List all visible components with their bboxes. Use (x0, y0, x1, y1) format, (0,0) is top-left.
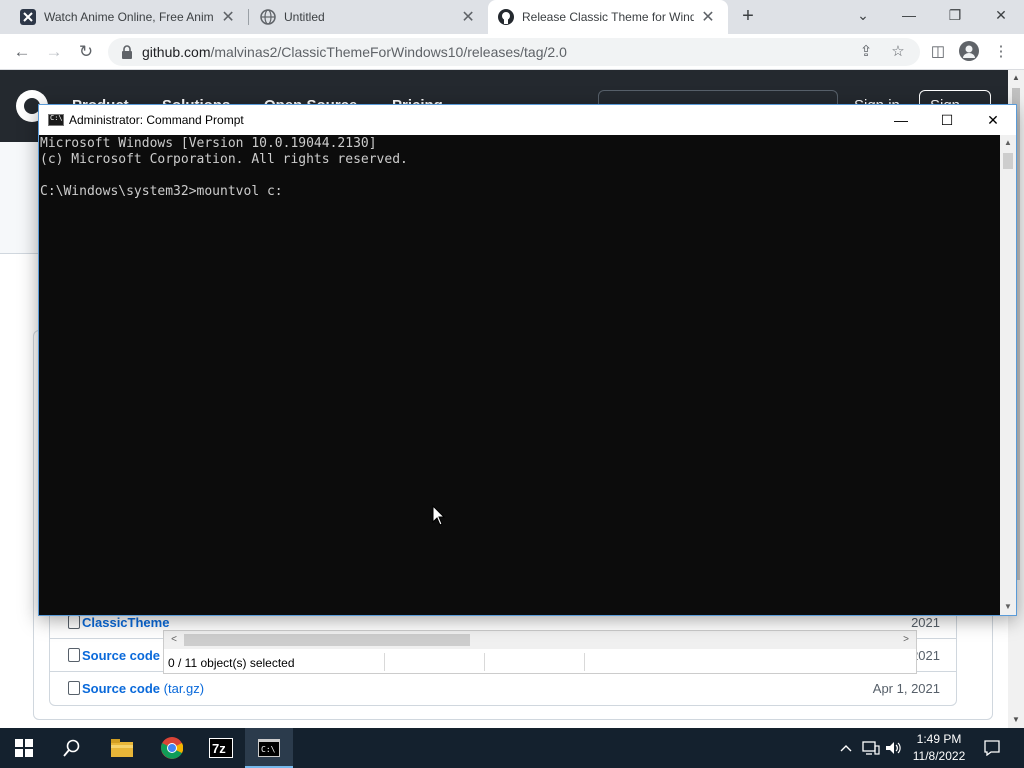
bookmark-star-icon[interactable]: ☆ (887, 41, 909, 63)
tab-search-chevron-icon[interactable]: ⌄ (840, 0, 886, 32)
status-divider (484, 653, 485, 671)
tab-title: Watch Anime Online, Free Anime (44, 10, 215, 24)
side-panel-icon[interactable]: ◫ (927, 41, 949, 63)
taskbar: 7z C:\ 1:49 PM 11/8/2022 (0, 728, 1024, 768)
console-scrollbar[interactable]: ▲ ▼ (1000, 135, 1016, 615)
minimize-button[interactable]: — (886, 0, 932, 32)
close-icon[interactable]: ✕ (460, 7, 476, 27)
console-line: Microsoft Windows [Version 10.0.19044.21… (40, 136, 377, 151)
close-icon[interactable]: ✕ (220, 7, 236, 27)
browser-tab-strip: Watch Anime Online, Free Anime ✕ Untitle… (0, 0, 1024, 34)
search-button[interactable] (48, 728, 96, 768)
asset-date: Apr 1, 2021 (872, 681, 940, 696)
status-bar: 0 / 11 object(s) selected (164, 651, 916, 673)
share-icon[interactable]: ⇪ (855, 41, 877, 63)
7zip-button[interactable]: 7z (197, 728, 245, 768)
search-icon (63, 739, 80, 757)
asset-name[interactable]: Source code (tar.gz) (82, 681, 204, 696)
file-manager-window: < > 0 / 11 object(s) selected (163, 630, 917, 674)
cmd-window-title: Administrator: Command Prompt (69, 113, 244, 127)
close-icon[interactable]: ✕ (700, 7, 716, 27)
console-output[interactable]: Microsoft Windows [Version 10.0.19044.21… (39, 135, 1000, 615)
browser-toolbar: ← → ↻ github.com/malvinas2/ClassicThemeF… (0, 34, 1024, 70)
tab-title: Release Classic Theme for Windows (522, 10, 694, 24)
clock-date: 11/8/2022 (912, 749, 966, 763)
show-hidden-icons-chevron-icon[interactable] (836, 728, 856, 768)
status-divider (584, 653, 585, 671)
scroll-left-icon[interactable]: < (166, 631, 182, 649)
file-explorer-button[interactable] (98, 728, 146, 768)
console-icon: C:\ (258, 739, 280, 757)
tab-untitled[interactable]: Untitled ✕ (250, 0, 486, 34)
system-clock[interactable]: 1:49 PM 11/8/2022 (905, 731, 973, 765)
scrollbar-thumb[interactable] (1003, 153, 1013, 169)
package-icon (68, 615, 80, 629)
close-window-button[interactable]: ✕ (978, 0, 1024, 32)
cmd-title-bar[interactable]: Administrator: Command Prompt — ☐ ✕ (39, 105, 1016, 135)
mouse-pointer-icon (432, 505, 446, 526)
asset-name[interactable]: Source code (82, 648, 160, 663)
console-prompt-line: C:\Windows\system32>mountvol c: (40, 184, 283, 199)
cmd-minimize-button[interactable]: — (878, 105, 924, 135)
windows-logo-icon (15, 739, 33, 757)
clock-time: 1:49 PM (916, 732, 962, 746)
tab-github-release[interactable]: Release Classic Theme for Windows ✕ (488, 0, 728, 34)
cmd-maximize-button[interactable]: ☐ (924, 105, 970, 135)
github-icon (498, 9, 514, 25)
folder-icon (111, 739, 133, 757)
scroll-up-icon[interactable]: ▲ (1008, 70, 1024, 86)
7zip-icon: 7z (209, 738, 233, 758)
notifications-icon[interactable] (978, 728, 1006, 768)
forward-button[interactable]: → (42, 40, 66, 64)
lock-icon[interactable] (120, 44, 136, 60)
asset-name[interactable]: ClassicTheme (82, 615, 169, 630)
scroll-up-icon[interactable]: ▲ (1000, 135, 1016, 151)
file-zip-icon (68, 648, 80, 662)
console-icon (48, 114, 64, 126)
command-prompt-button[interactable]: C:\ (245, 728, 293, 768)
restore-button[interactable]: ❐ (932, 0, 978, 32)
back-button[interactable]: ← (10, 40, 34, 64)
svg-text:7z: 7z (212, 741, 226, 756)
more-menu-icon[interactable]: ⋮ (990, 41, 1012, 63)
anime-site-icon (20, 9, 36, 25)
file-zip-icon (68, 681, 80, 695)
desktop: Watch Anime Online, Free Anime ✕ Untitle… (0, 0, 1024, 768)
status-divider (384, 653, 385, 671)
tab-anime[interactable]: Watch Anime Online, Free Anime ✕ (10, 0, 246, 34)
tab-separator (248, 9, 249, 25)
command-prompt-window[interactable]: Administrator: Command Prompt — ☐ ✕ Micr… (38, 104, 1017, 616)
selection-status: 0 / 11 object(s) selected (168, 656, 295, 670)
reload-button[interactable]: ↻ (74, 40, 98, 64)
start-button[interactable] (0, 728, 48, 768)
address-bar[interactable]: github.com/malvinas2/ClassicThemeForWind… (108, 38, 920, 66)
cmd-close-button[interactable]: ✕ (970, 105, 1016, 135)
asset-row[interactable]: Source code (tar.gz) Apr 1, 2021 (50, 672, 956, 705)
chrome-button[interactable] (148, 728, 196, 768)
network-icon[interactable] (860, 728, 882, 768)
globe-icon (260, 9, 276, 25)
profile-avatar-icon[interactable] (958, 41, 980, 63)
scroll-right-icon[interactable]: > (898, 631, 914, 649)
volume-icon[interactable] (883, 728, 905, 768)
horizontal-scrollbar[interactable]: < > (164, 631, 916, 649)
svg-text:C:\: C:\ (261, 745, 276, 754)
scroll-down-icon[interactable]: ▼ (1008, 712, 1024, 728)
console-line: ​ (40, 168, 1000, 184)
asset-date: 2021 (911, 615, 940, 630)
new-tab-button[interactable]: + (736, 5, 760, 29)
tab-title: Untitled (284, 10, 325, 24)
chrome-icon (161, 737, 183, 759)
url-text: github.com/malvinas2/ClassicThemeForWind… (142, 44, 567, 60)
scrollbar-thumb[interactable] (184, 634, 470, 646)
scroll-down-icon[interactable]: ▼ (1000, 599, 1016, 615)
console-line: (c) Microsoft Corporation. All rights re… (40, 152, 408, 167)
